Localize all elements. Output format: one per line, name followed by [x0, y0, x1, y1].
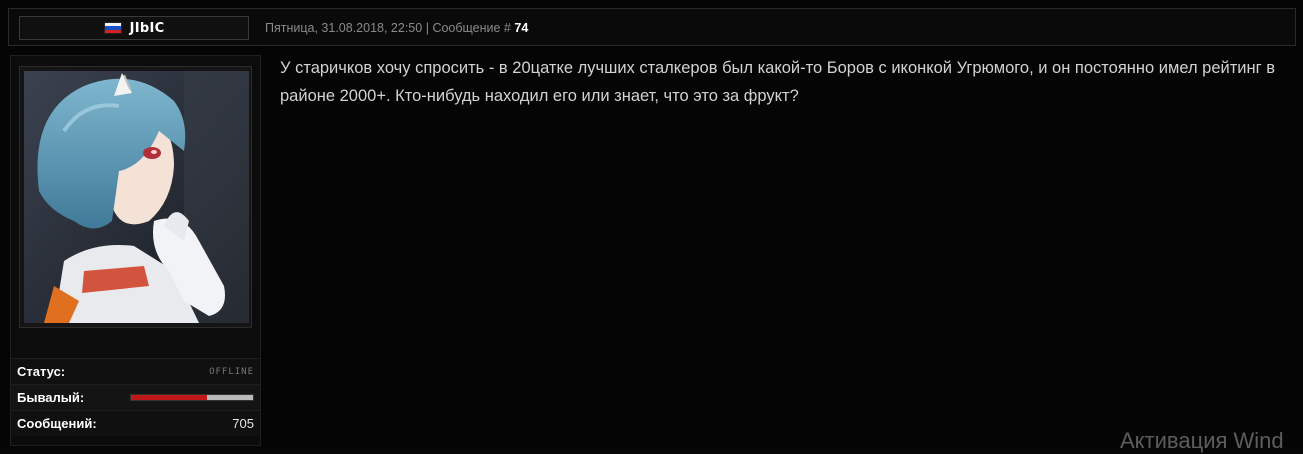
stat-row-messages: Сообщений: 705 — [11, 410, 260, 436]
rank-label: Бывалый: — [17, 390, 85, 405]
messages-label: Сообщений: — [17, 416, 97, 431]
stat-row-status: Статус: OFFLINE — [11, 358, 260, 384]
username-box[interactable]: JIbIC — [19, 16, 249, 40]
status-label: Статус: — [17, 364, 66, 379]
post-header: JIbIC Пятница, 31.08.2018, 22:50 | Сообщ… — [8, 8, 1296, 46]
username[interactable]: JIbIC — [130, 21, 165, 36]
post-body: У старичков хочу спросить - в 20цатке лу… — [280, 59, 1275, 105]
status-value: OFFLINE — [209, 366, 254, 377]
post-datetime: Пятница, 31.08.2018, 22:50 — [265, 21, 423, 35]
post-meta: Пятница, 31.08.2018, 22:50 | Сообщение #… — [265, 21, 528, 35]
forum-post: JIbIC Пятница, 31.08.2018, 22:50 | Сообщ… — [0, 0, 1303, 453]
user-sidebar: Статус: OFFLINE Бывалый: Сообщений: 705 — [10, 55, 261, 446]
stat-row-rank: Бывалый: — [11, 384, 260, 410]
rank-progress-bar — [130, 394, 254, 401]
user-stats: Статус: OFFLINE Бывалый: Сообщений: 705 — [11, 358, 260, 436]
message-number[interactable]: 74 — [514, 21, 528, 35]
user-avatar-image — [24, 71, 249, 323]
russia-flag-icon — [103, 22, 122, 34]
meta-separator: | — [425, 21, 429, 35]
message-label: Сообщение # — [432, 21, 511, 35]
rank-progress-fill — [131, 395, 207, 400]
messages-count[interactable]: 705 — [232, 416, 254, 431]
windows-activation-watermark: Активация Wind — [1120, 428, 1284, 453]
avatar-frame — [19, 66, 252, 328]
